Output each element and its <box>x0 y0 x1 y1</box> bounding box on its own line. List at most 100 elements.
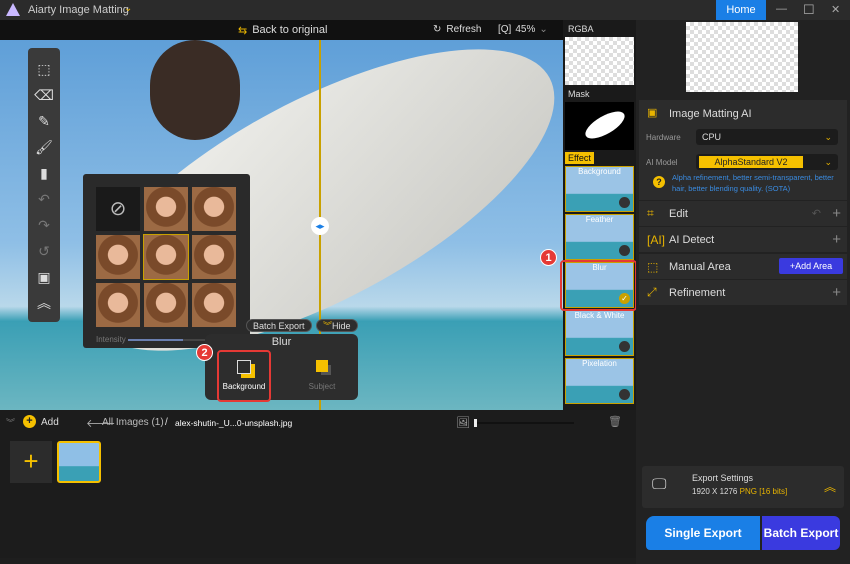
maximize-button[interactable]: ☐ <box>803 2 815 18</box>
hardware-value: CPU <box>702 132 722 142</box>
image-tray: ︾ + Add 🡐 All Images (1) / alex-shutin-_… <box>0 410 636 558</box>
manual-area-icon: ⬚ <box>647 259 659 274</box>
tool-palette: ⬚ ⌫ ✎ 🖌 ▮ ↶ ↷ ↺ ▣ ︽ <box>28 48 60 322</box>
face-preset[interactable] <box>96 235 140 279</box>
redo-icon[interactable]: ↷ <box>28 212 60 238</box>
export-settings[interactable]: 🖵 Export Settings 1920 X 1276 PNG [16 bi… <box>642 466 844 508</box>
model-label: AI Model <box>646 158 678 167</box>
background-layer-icon <box>237 360 251 374</box>
undo-icon[interactable]: ↶ <box>28 186 60 212</box>
refresh-icon: ↻ <box>433 24 442 35</box>
help-icon[interactable]: ? <box>653 176 665 188</box>
roller-icon[interactable]: ▮ <box>28 160 60 186</box>
face-preset[interactable] <box>192 283 236 327</box>
back-label: Back to original <box>252 24 328 36</box>
effect-black-white[interactable]: Black & White <box>565 310 634 356</box>
effect-label-text: Black & White <box>574 311 625 320</box>
model-select[interactable]: AlphaStandard V2 ⌄ <box>696 154 838 170</box>
filename: alex-shutin-_U...0-unsplash.jpg <box>175 418 293 428</box>
title-bar: Aiarty Image Matting ⌄ Home — ☐ ✕ <box>0 0 850 20</box>
all-images-link[interactable]: All Images (1) <box>102 417 164 428</box>
manual-area-section[interactable]: ⬚ Manual Area +Add Area <box>639 254 847 279</box>
compare-handle[interactable]: ◂▸ <box>311 217 329 235</box>
model-value: AlphaStandard V2 <box>699 156 803 168</box>
brush-icon[interactable]: ✎ <box>28 108 60 134</box>
subject-layer-icon <box>316 360 328 372</box>
fit-icon[interactable]: ▣ <box>28 264 60 290</box>
face-preset[interactable] <box>144 283 188 327</box>
hide-label: Hide <box>332 321 351 331</box>
background-option[interactable]: Background <box>217 350 271 402</box>
add-area-button[interactable]: +Add Area <box>779 258 843 274</box>
add-image-tile[interactable]: + <box>10 441 52 483</box>
single-export-button[interactable]: Single Export <box>646 516 760 550</box>
close-button[interactable]: ✕ <box>831 3 840 16</box>
thumbnail-size-icon: 🖼 <box>456 417 470 429</box>
delete-icon[interactable]: 🗑 <box>608 415 622 428</box>
add-button[interactable]: Add <box>41 417 59 428</box>
subject-label: Subject <box>308 382 336 391</box>
eraser-icon[interactable]: ⌫ <box>28 82 60 108</box>
app-menu-chevron-icon[interactable]: ⌄ <box>124 3 132 14</box>
edit-label: Edit <box>669 207 688 220</box>
refresh-button[interactable]: ↻ Refresh <box>433 24 481 35</box>
collapse-chevron-icon[interactable]: ︽ <box>824 478 836 495</box>
edit-section[interactable]: ⌗ Edit ↶ + <box>639 201 847 226</box>
reset-icon[interactable]: ↺ <box>28 238 60 264</box>
paint-icon[interactable]: 🖌 <box>28 134 60 160</box>
hide-button[interactable]: ︾Hide <box>316 319 358 332</box>
refinement-label: Refinement <box>669 286 726 299</box>
effect-pixelation[interactable]: Pixelation <box>565 358 634 404</box>
refinement-section[interactable]: ⤢ Refinement + <box>639 280 847 305</box>
effect-background[interactable]: Background <box>565 166 634 212</box>
blur-highlight <box>560 260 637 311</box>
zoom-dropdown[interactable]: [Q] 45% ⌄ <box>498 24 548 35</box>
effect-label: Effect <box>565 152 594 164</box>
refresh-label: Refresh <box>446 24 482 35</box>
ai-detect-section[interactable]: [AI] AI Detect + <box>639 227 847 252</box>
collapse-icon[interactable]: ︾ <box>6 416 15 429</box>
image-thumbnail[interactable] <box>57 441 101 483</box>
zoom-icon: [Q] <box>498 24 512 35</box>
model-description: Alpha refinement, better semi-transparen… <box>672 173 834 193</box>
rgba-thumbnail[interactable] <box>565 37 634 85</box>
collapse-icon[interactable]: ︽ <box>28 290 60 316</box>
result-preview <box>686 22 798 92</box>
hardware-label: Hardware <box>646 133 681 142</box>
face-preset-popup: ⊘ Intensity 50 <box>83 174 250 348</box>
export-size: 1920 X 1276 PNG [16 bits] <box>692 487 788 496</box>
plus-icon: + <box>832 205 841 222</box>
minimize-button[interactable]: — <box>776 3 787 15</box>
right-panel: ▣ Image Matting AI Hardware CPU ⌄ AI Mode… <box>636 20 850 564</box>
batch-export-pill[interactable]: Batch Export <box>246 319 312 332</box>
matting-title: Image Matting AI <box>669 108 752 120</box>
chevron-down-icon: ⌄ <box>824 157 832 167</box>
face-preset[interactable] <box>96 283 140 327</box>
step-badge-2: 2 <box>196 344 213 361</box>
person-image <box>150 40 240 140</box>
mask-thumbnail[interactable] <box>565 102 634 150</box>
export-title: Export Settings <box>692 473 754 483</box>
plus-icon: + <box>832 231 841 248</box>
face-preset[interactable] <box>143 234 189 280</box>
add-icon[interactable]: + <box>23 415 36 428</box>
effect-label-text: Pixelation <box>582 359 617 368</box>
effect-feather[interactable]: Feather <box>565 214 634 260</box>
select-tool-icon[interactable]: ⬚ <box>28 56 60 82</box>
thumbnail-size-slider[interactable] <box>474 419 574 427</box>
face-preset[interactable] <box>192 187 236 231</box>
subject-option[interactable]: Subject <box>295 350 349 400</box>
back-to-original-button[interactable]: ⇆ Back to original <box>238 24 327 37</box>
image-matting-icon: ▣ <box>647 107 658 119</box>
zoom-value: 45% <box>515 24 536 35</box>
face-preset[interactable] <box>144 187 188 231</box>
batch-export-button[interactable]: Batch Export <box>762 516 840 550</box>
hardware-select[interactable]: CPU ⌄ <box>696 129 838 145</box>
face-preset[interactable] <box>192 235 236 279</box>
export-settings-icon: 🖵 <box>652 476 667 493</box>
chevron-down-icon: ⌄ <box>539 24 548 35</box>
add-area-label: Add Area <box>795 261 833 271</box>
none-preset[interactable]: ⊘ <box>96 187 140 231</box>
home-button[interactable]: Home <box>716 0 766 20</box>
app-logo-icon <box>6 3 20 16</box>
